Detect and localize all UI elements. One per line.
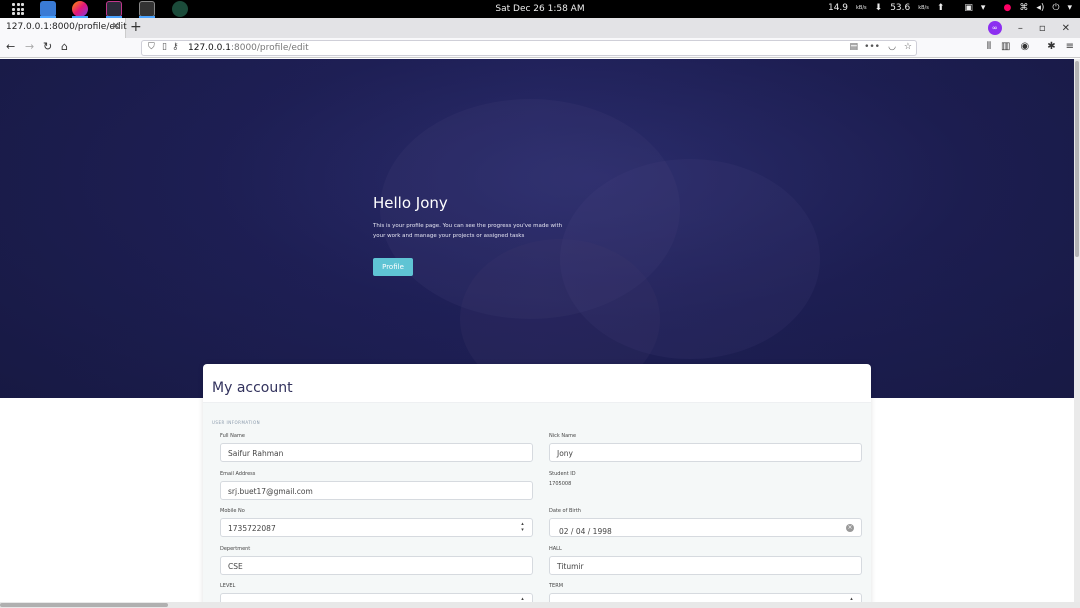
close-icon[interactable]: ✕ xyxy=(112,21,120,32)
dob-input[interactable]: 02 / 04 / 1998 × xyxy=(549,518,862,537)
profile-description: This is your profile page. You can see t… xyxy=(373,223,563,239)
profile-button[interactable]: Profile xyxy=(373,258,413,276)
pocket-icon[interactable]: ◡ xyxy=(888,42,896,52)
dob-value: 02 / 04 / 1998 xyxy=(559,527,612,536)
clipboard-icon[interactable]: ▣ xyxy=(964,3,973,13)
forward-icon[interactable]: → xyxy=(25,40,34,53)
url-bar[interactable]: ⛉ ▯ ⚷ 127.0.0.1:8000/profile/edit ▤ ••• … xyxy=(141,40,917,56)
dob-label: Date of Birth xyxy=(549,508,581,514)
upload-arrow-icon: ⬆ xyxy=(936,3,945,13)
system-top-bar: Sat Dec 26 1:58 AM 14.9 kB/s ⬇ 53.6 kB/s… xyxy=(0,0,1080,18)
clear-date-icon[interactable]: × xyxy=(846,524,854,532)
email-label: Email Address xyxy=(220,471,256,477)
account-icon[interactable]: ◉ xyxy=(1020,41,1029,52)
notification-icon[interactable]: ● xyxy=(1003,3,1011,13)
chevron-down-icon[interactable]: ▾ xyxy=(981,3,986,13)
new-tab-button[interactable]: + xyxy=(130,19,142,35)
sidebar-icon[interactable]: ▥ xyxy=(1001,41,1010,52)
mobile-value: 1735722087 xyxy=(228,524,276,533)
extension-icon[interactable]: ∞ xyxy=(987,21,1002,35)
profile-header: Hello Jony This is your profile page. Yo… xyxy=(0,59,1080,398)
nick-name-label: Nick Name xyxy=(549,433,577,439)
mobile-input[interactable]: 1735722087 ▴ ▾ xyxy=(220,518,533,537)
hall-label: HALL xyxy=(549,546,562,552)
number-stepper-icon[interactable]: ▴▾ xyxy=(519,521,526,533)
full-name-label: Full Name xyxy=(220,433,245,439)
nick-name-input[interactable]: Jony xyxy=(549,443,862,462)
web-page: Hello Jony This is your profile page. Yo… xyxy=(0,59,1080,608)
extensions-icon[interactable]: ✱ xyxy=(1047,41,1055,52)
menu-icon[interactable]: ≡ xyxy=(1066,41,1074,52)
student-id-label: Student ID xyxy=(549,471,576,477)
close-window-icon[interactable]: ✕ xyxy=(1062,23,1070,34)
page-icon: ▯ xyxy=(162,42,167,52)
horizontal-scrollbar[interactable] xyxy=(0,602,1080,608)
more-icon[interactable]: ••• xyxy=(864,42,880,52)
net-down-unit: kB/s xyxy=(856,5,867,11)
net-up-unit: kB/s xyxy=(918,5,929,11)
user-info-form: USER INFORMATION Full Name Saifur Rahman… xyxy=(203,403,871,608)
minimize-icon[interactable]: – xyxy=(1018,23,1023,34)
chevron-down-icon[interactable]: ▾ xyxy=(1067,3,1072,13)
vertical-scrollbar[interactable] xyxy=(1074,59,1080,602)
card-title: My account xyxy=(212,380,293,396)
net-down-value: 14.9 xyxy=(827,3,849,13)
account-card: My account USER INFORMATION Full Name Sa… xyxy=(203,364,871,608)
card-header: My account xyxy=(203,364,871,403)
bookmark-star-icon[interactable]: ☆ xyxy=(904,42,912,52)
power-icon[interactable]: ⏻ xyxy=(1052,3,1059,13)
library-icon[interactable]: ⫴ xyxy=(987,41,991,52)
hall-input[interactable]: Titumir xyxy=(549,556,862,575)
network-icon[interactable]: ⌘ xyxy=(1019,3,1028,13)
home-icon[interactable]: ⌂ xyxy=(61,40,68,53)
full-name-input[interactable]: Saifur Rahman xyxy=(220,443,533,462)
volume-icon[interactable]: ◂) xyxy=(1036,3,1044,13)
department-label: Depertment xyxy=(220,546,251,552)
download-arrow-icon: ⬇ xyxy=(874,3,883,13)
department-input[interactable]: CSE xyxy=(220,556,533,575)
student-id-value: 1705008 xyxy=(549,481,572,487)
url-path: :8000/profile/edit xyxy=(230,43,309,53)
net-up-value: 53.6 xyxy=(890,3,911,13)
mobile-label: Mobile No xyxy=(220,508,245,514)
browser-tab-bar: 127.0.0.1:8000/profile/edit ✕ + ∞ – ▫ ✕ xyxy=(0,18,1080,38)
greeting-heading: Hello Jony xyxy=(373,194,448,212)
shield-icon[interactable]: ⛉ xyxy=(148,42,155,52)
browser-tab[interactable]: 127.0.0.1:8000/profile/edit ✕ xyxy=(0,18,127,38)
level-label: LEVEL xyxy=(220,583,236,589)
tab-title: 127.0.0.1:8000/profile/edit xyxy=(6,22,127,32)
email-input[interactable]: srj.buet17@gmail.com xyxy=(220,481,533,500)
key-icon[interactable]: ⚷ xyxy=(172,42,179,52)
term-label: TERM xyxy=(549,583,564,589)
back-icon[interactable]: ← xyxy=(6,40,15,53)
reload-icon[interactable]: ↻ xyxy=(43,40,52,53)
section-heading: USER INFORMATION xyxy=(212,420,261,425)
url-host: 127.0.0.1 xyxy=(188,43,231,53)
browser-nav-bar: ← → ↻ ⌂ ⛉ ▯ ⚷ 127.0.0.1:8000/profile/edi… xyxy=(0,38,1080,58)
reader-view-icon[interactable]: ▤ xyxy=(849,42,858,52)
maximize-icon[interactable]: ▫ xyxy=(1039,23,1046,34)
